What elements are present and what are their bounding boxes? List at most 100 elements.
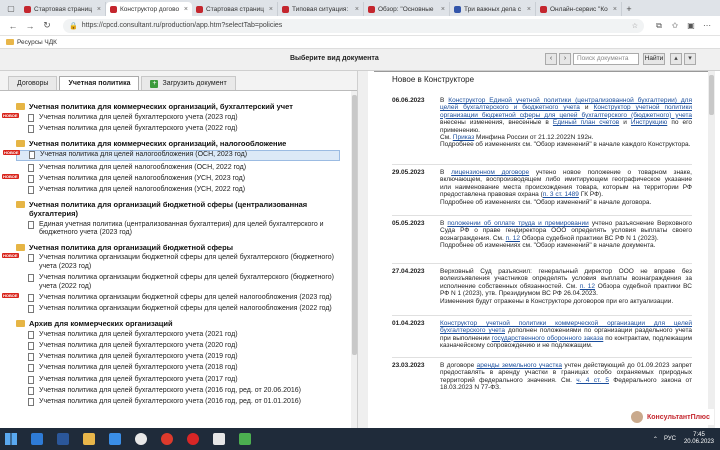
tree-item[interactable]: НОВОЕ Учетная политика для целей бухгалте… [2, 112, 350, 123]
browser-tab[interactable]: Три важных дела с × [450, 2, 536, 16]
browser-tab[interactable]: Конструктор догово × [106, 2, 192, 16]
close-icon[interactable]: × [269, 6, 273, 13]
policy-tree: Учетная политика для коммерческих органи… [0, 91, 350, 407]
tree-item[interactable]: Учетная политика для целей бухгалтерског… [16, 364, 350, 373]
close-icon[interactable]: × [613, 6, 617, 13]
collections-icon[interactable]: ▣ [684, 19, 698, 33]
scroll-up-icon[interactable]: ▴ [670, 53, 682, 65]
taskbar-app-icon[interactable] [156, 428, 178, 450]
news-link[interactable]: государственного оборонного заказа [492, 335, 604, 342]
tree-item[interactable]: Учетная политика для целей бухгалтерског… [16, 341, 350, 351]
forward-icon[interactable]: → [23, 19, 37, 33]
news-link[interactable]: аренды земельного участка [477, 362, 562, 369]
taskbar-app-icon[interactable] [130, 428, 152, 450]
tree-group[interactable]: Учетная политика для организаций бюджетн… [16, 200, 350, 218]
search-input[interactable]: Поиск документа [573, 53, 639, 65]
taskbar-app-icon[interactable] [26, 428, 48, 450]
tree-group[interactable]: Учетная политика для коммерческих органи… [16, 102, 350, 111]
news-date: 23.03.2023 [392, 362, 425, 369]
news-link[interactable]: Инструкцию [631, 119, 667, 126]
pane-splitter[interactable] [358, 71, 368, 428]
window-menu-icon[interactable]: ▢ [4, 2, 18, 14]
clock[interactable]: 7:45 20.06.2023 [684, 432, 714, 446]
right-scroll-thumb[interactable] [709, 75, 714, 115]
tree-item[interactable]: Учетная политика для целей бухгалтерског… [16, 398, 350, 407]
favorites-icon[interactable]: ✩ [668, 19, 682, 33]
close-icon[interactable]: × [527, 6, 531, 13]
new-tab-button[interactable]: + [622, 2, 636, 16]
prev-arrow-icon[interactable]: ‹ [545, 53, 557, 65]
tree-item[interactable]: НОВОЕ Учетная политика организации бюджет… [2, 253, 350, 271]
browser-tab[interactable]: Онлайн-сервис "Ко × [536, 2, 622, 16]
next-arrow-icon[interactable]: › [559, 53, 571, 65]
clock-time: 7:45 [693, 432, 705, 438]
news-entry: 23.03.2023 В договоре аренды земельного у… [392, 362, 692, 392]
news-link[interactable]: Конструктор учетной политики коммерческо… [440, 320, 692, 334]
app-toolbar: Выберите вид документа ‹ › Поиск докумен… [0, 49, 720, 71]
news-link[interactable]: ч. 4 ст. 5 [576, 377, 609, 384]
news-link[interactable]: п. 3 ст. 1489 [543, 191, 579, 198]
taskbar-app-icon[interactable] [104, 428, 126, 450]
bookmark-resources[interactable]: Ресурсы ЧДК [17, 39, 57, 46]
menu-icon[interactable]: ⋯ [700, 19, 714, 33]
news-link[interactable]: п. 12 [506, 235, 520, 242]
browser-tab[interactable]: Стартовая страниц × [192, 2, 278, 16]
tab-accounting-policy[interactable]: Учетная политика [59, 76, 140, 90]
taskbar-app-icon[interactable] [52, 428, 74, 450]
news-link[interactable]: положении об оплате труда и премировании [447, 220, 588, 227]
star-icon[interactable]: ☆ [632, 22, 638, 30]
document-icon [28, 254, 34, 263]
reload-icon[interactable]: ↻ [40, 19, 54, 33]
browser-tab[interactable]: Типовая ситуация: × [278, 2, 364, 16]
right-scrollbar[interactable] [708, 71, 715, 428]
tree-item[interactable]: Учетная политика организации бюджетной с… [16, 274, 350, 291]
tray-up-icon[interactable]: ⌃ [653, 436, 658, 443]
tree-item[interactable]: Учетная политика для целей налогообложен… [16, 163, 350, 173]
doc-type-select[interactable]: Выберите вид документа [290, 55, 379, 62]
news-entry: 05.05.2023 В положении об оплате труда и … [392, 220, 692, 250]
tree-item[interactable]: Единая учетная политика (централизованна… [16, 220, 350, 238]
taskbar-app-icon[interactable] [234, 428, 256, 450]
tree-group[interactable]: Учетная политика для коммерческих органи… [16, 139, 350, 148]
tree-item[interactable]: Учетная политика организации бюджетной с… [16, 305, 350, 314]
close-icon[interactable]: × [184, 6, 188, 13]
tree-item[interactable]: Учетная политика для целей бухгалтерског… [16, 125, 350, 134]
tree-item[interactable]: НОВОЕ Учетная политика для целей налогооб… [2, 173, 350, 184]
taskbar-app-icon[interactable] [78, 428, 100, 450]
tree-group[interactable]: Архив для коммерческих организаций [16, 319, 350, 328]
tree-item[interactable]: Учетная политика для целей бухгалтерског… [16, 375, 350, 385]
extensions-icon[interactable]: ⧉ [652, 19, 666, 33]
consultant-brand[interactable]: КонсультантПлюс [630, 409, 714, 425]
news-link[interactable]: лицензионном договоре [451, 169, 529, 176]
left-scroll-thumb[interactable] [352, 95, 357, 355]
close-icon[interactable]: × [441, 6, 445, 13]
find-button[interactable]: Найти [643, 53, 665, 65]
tree-group[interactable]: Учетная политика для организаций бюджетн… [16, 243, 350, 252]
scroll-down-icon[interactable]: ▾ [684, 53, 696, 65]
news-link[interactable]: Приказ [453, 134, 474, 141]
close-icon[interactable]: × [97, 6, 101, 13]
tree-item[interactable]: НОВОЕ Учетная политика организации бюджет… [2, 292, 350, 303]
close-icon[interactable]: × [355, 6, 359, 13]
left-scrollbar[interactable] [351, 91, 357, 428]
tab-upload-document[interactable]: + Загрузить документ [141, 76, 236, 90]
tab-contracts[interactable]: Договоры [8, 76, 58, 90]
taskbar-app-icon[interactable] [208, 428, 230, 450]
news-divider [392, 315, 692, 316]
browser-tab[interactable]: Обзор: "Основные × [364, 2, 450, 16]
tree-item[interactable]: Учетная политика для целей налогообложен… [16, 186, 350, 195]
language-indicator[interactable]: РУС [664, 436, 676, 442]
browser-tab[interactable]: Стартовая страниц × [20, 2, 106, 16]
tree-item[interactable]: Учетная политика для целей бухгалтерског… [16, 353, 350, 362]
news-entry: 06.06.2023 В Конструктор Единой учетной п… [392, 97, 692, 149]
news-divider [392, 215, 692, 216]
tree-item[interactable]: НОВОЕ Учетная политика для целей налогооб… [3, 150, 340, 161]
tree-item[interactable]: Учетная политика для целей бухгалтерског… [16, 330, 350, 340]
start-icon[interactable] [0, 428, 22, 450]
tree-item[interactable]: Учетная политика для целей бухгалтерског… [16, 387, 350, 396]
back-icon[interactable]: ← [6, 19, 20, 33]
news-link[interactable]: Единый план счетов [553, 119, 619, 126]
taskbar-app-icon[interactable] [182, 428, 204, 450]
news-link[interactable]: п. 12 [580, 283, 595, 290]
url-bar[interactable]: 🔒 https://cpcd.consultant.ru/production/… [63, 18, 644, 33]
